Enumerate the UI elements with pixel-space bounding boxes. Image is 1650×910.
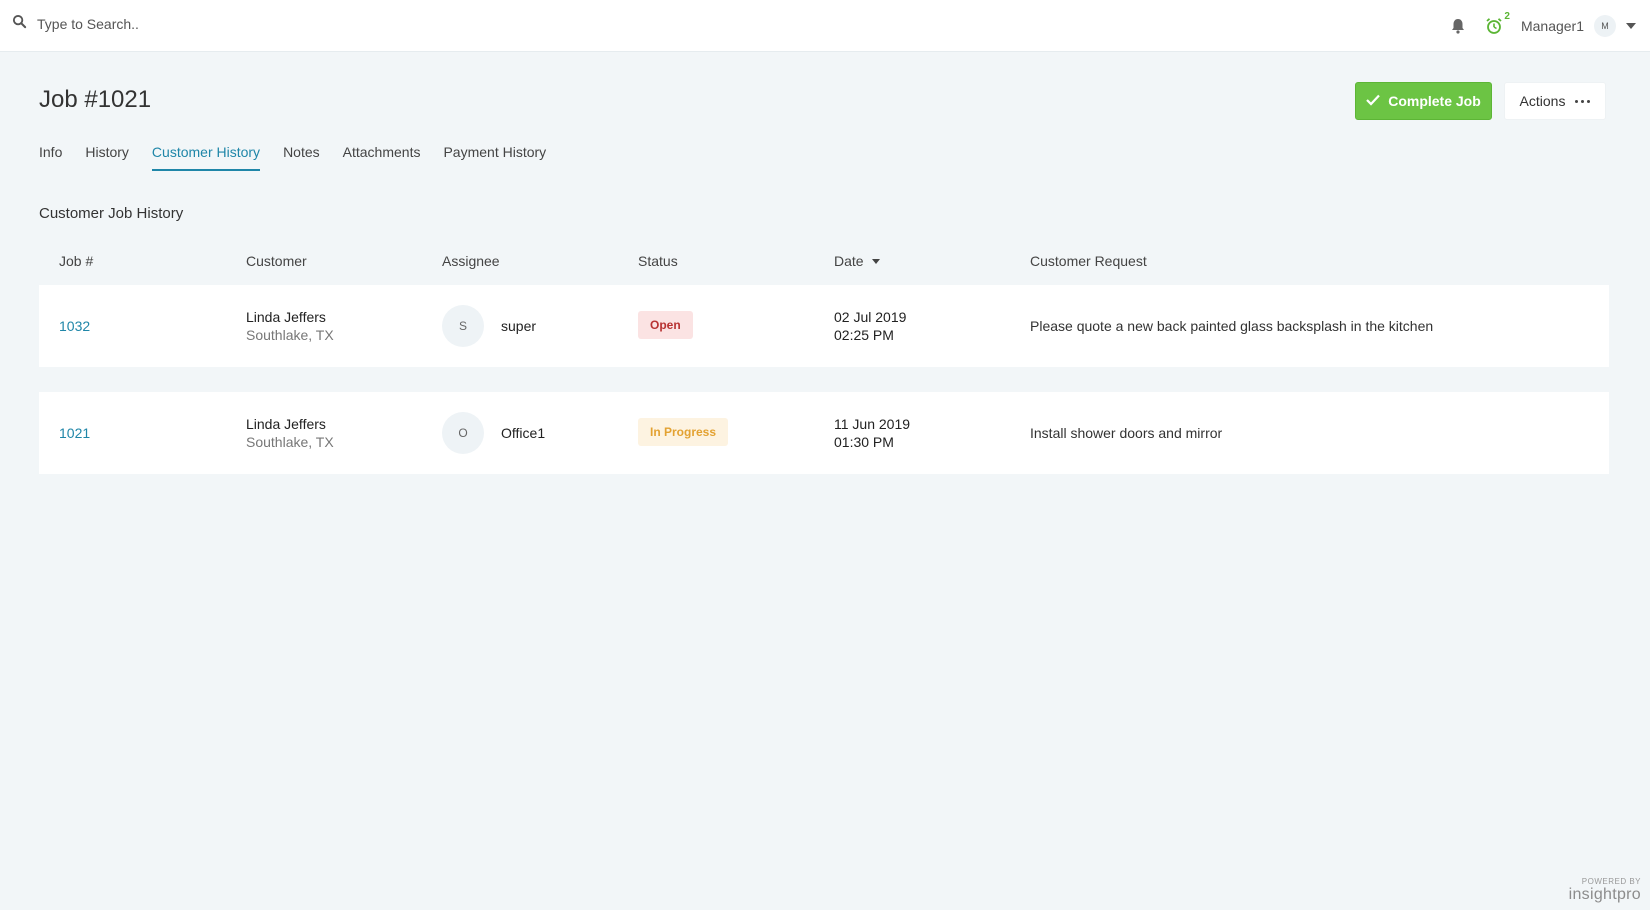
column-header-customer: Customer (246, 253, 307, 269)
customer-cell: Linda Jeffers Southlake, TX (246, 308, 334, 344)
brand-name: insightpro (1568, 886, 1641, 903)
tab-bar: Info History Customer History Notes Atta… (39, 144, 546, 171)
assignee-name: super (501, 318, 537, 334)
avatar: O (442, 412, 484, 454)
actions-label: Actions (1519, 93, 1566, 109)
column-header-date[interactable]: Date (834, 253, 880, 269)
user-name[interactable]: Manager1 (1521, 18, 1584, 34)
bell-icon[interactable] (1451, 18, 1465, 34)
status-cell: Open (638, 311, 693, 339)
tab-notes[interactable]: Notes (283, 144, 320, 171)
customer-name: Linda Jeffers (246, 309, 326, 325)
time-text: 01:30 PM (834, 434, 894, 450)
assignee-name: Office1 (501, 425, 546, 441)
column-header-job: Job # (59, 253, 94, 269)
top-bar: 2 Manager1 M (0, 0, 1650, 52)
table-row[interactable]: 1032 Linda Jeffers Southlake, TX S super… (39, 285, 1609, 367)
column-header-customer-request: Customer Request (1030, 253, 1147, 269)
complete-job-label: Complete Job (1388, 93, 1481, 109)
search-input[interactable] (37, 16, 337, 32)
check-icon (1366, 93, 1381, 109)
avatar: S (442, 305, 484, 347)
tab-attachments[interactable]: Attachments (343, 144, 421, 171)
date-cell: 11 Jun 2019 01:30 PM (834, 415, 910, 451)
tab-payment-history[interactable]: Payment History (443, 144, 546, 171)
alarm-clock-icon[interactable]: 2 (1485, 11, 1510, 35)
page-title: Job #1021 (39, 86, 152, 113)
chevron-down-icon[interactable] (1626, 23, 1636, 29)
customer-name: Linda Jeffers (246, 416, 326, 432)
column-header-assignee: Assignee (442, 253, 500, 269)
customer-location: Southlake, TX (246, 434, 334, 450)
actions-button[interactable]: Actions (1504, 82, 1606, 120)
customer-request: Install shower doors and mirror (1030, 425, 1223, 441)
more-dots-icon (1575, 99, 1591, 103)
column-header-status: Status (638, 253, 678, 269)
section-title: Customer Job History (39, 205, 184, 222)
customer-request: Please quote a new back painted glass ba… (1030, 318, 1434, 334)
job-link[interactable]: 1032 (59, 318, 90, 334)
search-bar (12, 14, 337, 34)
date-text: 11 Jun 2019 (834, 416, 911, 432)
job-link[interactable]: 1021 (59, 425, 90, 441)
customer-cell: Linda Jeffers Southlake, TX (246, 415, 334, 451)
status-badge: Open (638, 311, 693, 339)
header-controls: 2 Manager1 M (1451, 11, 1636, 40)
table-row[interactable]: 1021 Linda Jeffers Southlake, TX O Offic… (39, 392, 1609, 474)
tab-history[interactable]: History (85, 144, 129, 171)
avatar[interactable]: M (1594, 15, 1616, 37)
search-icon[interactable] (12, 14, 27, 34)
sort-down-icon[interactable] (871, 258, 880, 264)
status-cell: In Progress (638, 418, 729, 446)
status-badge: In Progress (638, 418, 729, 446)
powered-by-logo: POWERED BY insightpro (1569, 877, 1641, 904)
date-text: 02 Jul 2019 (834, 309, 907, 325)
date-cell: 02 Jul 2019 02:25 PM (834, 308, 906, 344)
complete-job-button[interactable]: Complete Job (1355, 82, 1492, 120)
alarm-count-badge: 2 (1504, 11, 1510, 22)
tab-customer-history[interactable]: Customer History (151, 144, 261, 171)
time-text: 02:25 PM (834, 327, 894, 343)
tab-info[interactable]: Info (39, 144, 62, 171)
customer-location: Southlake, TX (246, 327, 334, 343)
powered-by-label: POWERED BY (1581, 877, 1641, 886)
